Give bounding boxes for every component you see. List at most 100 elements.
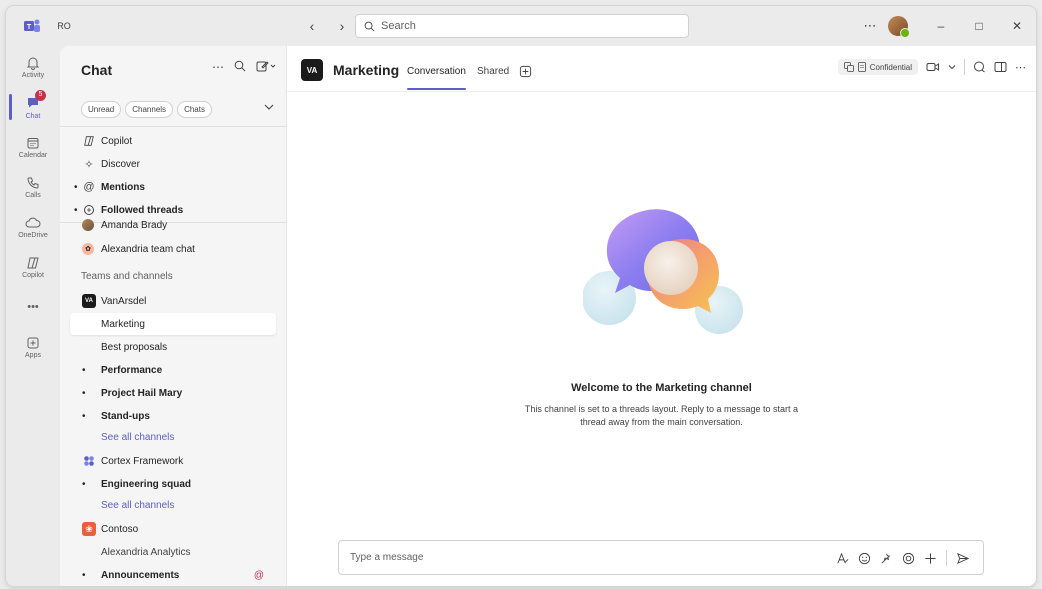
unread-dot: •	[82, 387, 86, 399]
unread-dot: •	[82, 410, 86, 422]
phone-icon	[27, 177, 39, 189]
forward-button[interactable]: ›	[332, 16, 352, 36]
channel-header: VA Marketing Conversation Shared Confide…	[287, 46, 1036, 92]
list-item-label: Best proposals	[101, 341, 168, 353]
divider	[946, 550, 947, 566]
add-icon[interactable]	[924, 552, 937, 565]
apps-icon	[27, 337, 39, 348]
channel-performance[interactable]: • Performance	[70, 359, 276, 381]
rail-onedrive[interactable]: OneDrive	[6, 208, 60, 246]
channel-alexandria-analytics[interactable]: Alexandria Analytics	[70, 541, 276, 563]
filter-channels[interactable]: Channels	[125, 101, 174, 118]
welcome-subtitle: This channel is set to a threads layout.…	[287, 403, 1036, 429]
send-icon[interactable]	[956, 552, 969, 565]
rail-calls[interactable]: Calls	[6, 168, 60, 206]
message-input[interactable]: Type a message	[350, 552, 423, 563]
channel-engineering-squad[interactable]: • Engineering squad	[70, 473, 276, 495]
close-button[interactable]: ✕	[998, 6, 1036, 46]
new-chat-icon[interactable]	[256, 60, 276, 72]
sparkle-icon: ✧	[84, 158, 94, 171]
avatar: ✿	[82, 243, 94, 255]
back-button[interactable]: ‹	[302, 16, 322, 36]
list-item-alexandria-team-chat[interactable]: ✿ Alexandria team chat	[70, 238, 276, 260]
message-composer[interactable]: Type a message	[338, 540, 984, 575]
team-logo-icon	[84, 456, 94, 466]
praise-icon[interactable]	[880, 552, 893, 565]
team-logo: ❀	[82, 522, 96, 536]
list-item-label: Contoso	[101, 523, 139, 535]
divider	[964, 59, 965, 75]
channel-stand-ups[interactable]: • Stand-ups	[70, 405, 276, 427]
rail-calendar[interactable]: Calendar	[6, 128, 60, 166]
section-header-teams: Teams and channels	[70, 265, 276, 287]
list-item-mentions[interactable]: • @ Mentions	[70, 176, 276, 198]
tab-shared[interactable]: Shared	[477, 66, 509, 77]
rail-more-apps[interactable]: •••	[6, 288, 60, 326]
avatar	[82, 219, 94, 231]
see-all-channels-link[interactable]: See all channels	[70, 494, 276, 516]
video-call-icon[interactable]	[926, 61, 940, 73]
list-item-label: Performance	[101, 364, 163, 376]
rail-apps[interactable]: Apps	[6, 328, 60, 366]
loop-icon[interactable]	[902, 552, 915, 565]
unread-dot: •	[82, 569, 86, 581]
panel-more-button[interactable]: ⋯	[212, 60, 224, 74]
panel-title: Chat	[81, 62, 113, 78]
org-switcher[interactable]: RO	[52, 14, 76, 38]
divider	[60, 126, 286, 127]
teams-logo-icon: T	[24, 19, 40, 32]
profile-avatar[interactable]	[888, 16, 910, 38]
app-rail: Activity 5 Chat Calendar Calls OneDrive …	[6, 46, 60, 586]
channel-best-proposals[interactable]: Best proposals	[70, 336, 276, 358]
list-item-copilot[interactable]: Copilot	[70, 130, 276, 152]
conversation-icon[interactable]	[973, 61, 986, 73]
see-all-channels-link[interactable]: See all channels	[70, 426, 276, 448]
search-input[interactable]: Search	[355, 14, 689, 38]
rail-activity[interactable]: Activity	[6, 48, 60, 86]
filter-unread[interactable]: Unread	[81, 101, 122, 118]
threads-icon	[84, 205, 94, 215]
more-options-button[interactable]: ⋯	[1015, 61, 1026, 74]
welcome-illustration	[583, 209, 743, 334]
list-item-amanda-brady[interactable]: Amanda Brady	[70, 216, 276, 234]
unread-dot: •	[74, 204, 78, 216]
emoji-icon[interactable]	[858, 552, 871, 565]
search-icon[interactable]	[234, 60, 246, 72]
team-cortex-framework[interactable]: Cortex Framework	[70, 450, 276, 472]
rail-chat[interactable]: 5 Chat	[6, 88, 60, 126]
calendar-icon	[27, 137, 39, 148]
list-item-label: Engineering squad	[101, 478, 192, 490]
settings-more-button[interactable]: ⋯	[858, 18, 882, 34]
unread-dot: •	[82, 478, 86, 490]
translate-icon	[843, 62, 854, 72]
channel-project-hail-mary[interactable]: • Project Hail Mary	[70, 382, 276, 404]
filter-chats[interactable]: Chats	[177, 101, 212, 118]
welcome-title: Welcome to the Marketing channel	[571, 382, 752, 394]
channel-marketing[interactable]: Marketing	[70, 313, 276, 335]
chevron-down-icon[interactable]	[948, 64, 956, 70]
link-label: See all channels	[101, 431, 175, 443]
add-tab-icon[interactable]	[519, 65, 532, 78]
list-item-label: Amanda Brady	[101, 219, 168, 231]
channel-announcements[interactable]: • Announcements @	[70, 564, 276, 586]
list-item-label: Announcements	[101, 569, 180, 581]
unread-dot: •	[82, 364, 86, 376]
maximize-button[interactable]: □	[960, 6, 998, 46]
rail-copilot[interactable]: Copilot	[6, 248, 60, 286]
format-icon[interactable]	[836, 552, 849, 565]
mention-icon: @	[253, 569, 264, 581]
teams-window: T RO ‹ › Search ⋯ – □ ✕ Activity 5 Chat …	[6, 6, 1036, 586]
rail-label: Calendar	[18, 151, 48, 159]
team-contoso[interactable]: ❀ Contoso	[70, 518, 276, 540]
sensitivity-label[interactable]: Confidential	[837, 59, 918, 75]
team-logo: VA	[82, 294, 96, 308]
list-item-discover[interactable]: ✧ Discover	[70, 153, 276, 175]
link-label: See all channels	[101, 499, 175, 511]
tab-conversation[interactable]: Conversation	[407, 66, 466, 90]
chevron-down-icon[interactable]	[264, 103, 274, 111]
team-vanarsdel[interactable]: VA VanArsdel	[70, 290, 276, 312]
rail-label: Calls	[25, 191, 41, 199]
rail-label: Copilot	[22, 271, 44, 279]
minimize-button[interactable]: –	[922, 6, 960, 46]
panel-toggle-icon[interactable]	[994, 61, 1007, 73]
